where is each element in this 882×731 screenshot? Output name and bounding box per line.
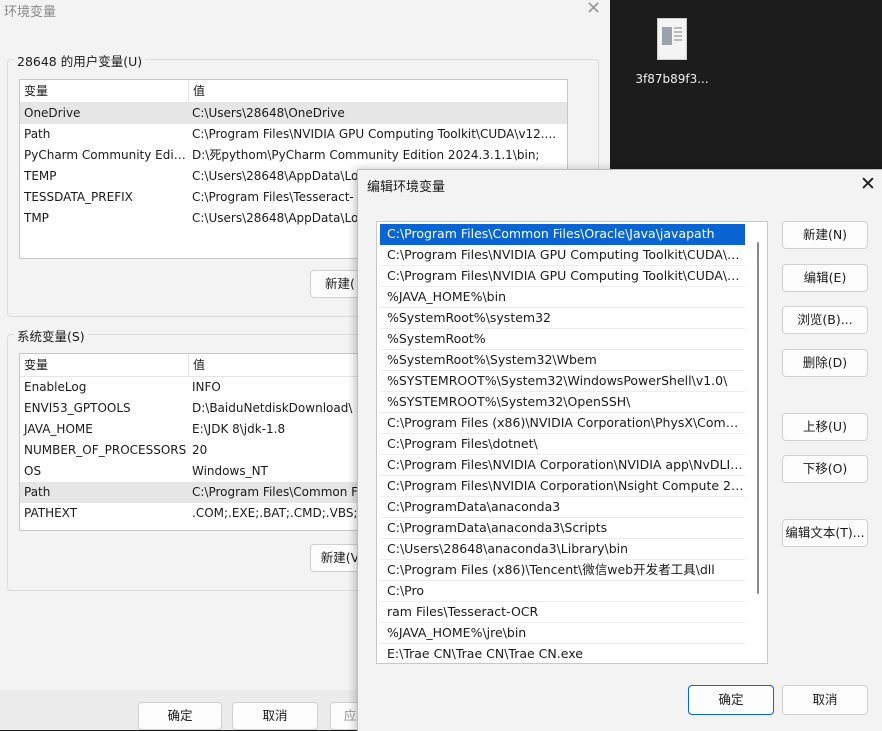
variable-name: TEMP	[24, 169, 57, 183]
system-variables-title: 系统变量(S)	[14, 326, 88, 345]
table-row[interactable]: PyCharm Community Editi... D:\死pythom\PyC…	[20, 145, 567, 166]
path-list-item[interactable]: C:\Program Files\NVIDIA GPU Computing To…	[380, 245, 745, 266]
variable-name: JAVA_HOME	[24, 422, 93, 436]
path-list-item[interactable]: %SYSTEMROOT%\System32\WindowsPowerShell\…	[380, 371, 745, 392]
desktop-file-icon[interactable]: 3f87b89f3...	[632, 18, 712, 86]
header-variable[interactable]: 变量	[20, 354, 189, 376]
header-value[interactable]: 值	[189, 80, 567, 102]
browse-button[interactable]: 浏览(B)...	[782, 306, 868, 334]
image-thumbnail-icon	[657, 18, 687, 60]
variable-name: EnableLog	[24, 380, 87, 394]
dialog-cancel-button[interactable]: 取消	[782, 685, 868, 715]
move-up-button[interactable]: 上移(U)	[782, 413, 868, 441]
delete-button[interactable]: 删除(D)	[782, 349, 868, 377]
dialog-ok-button[interactable]: 确定	[688, 685, 774, 715]
variable-value: D:\死pythom\PyCharm Community Edition 202…	[192, 148, 540, 162]
path-list-item[interactable]: C:\Program Files\NVIDIA GPU Computing To…	[380, 266, 745, 287]
close-icon[interactable]: ✕	[860, 173, 876, 195]
path-list-item[interactable]: C:\Program Files\NVIDIA Corporation\NVID…	[380, 455, 745, 476]
edit-button[interactable]: 编辑(E)	[782, 264, 868, 292]
variable-name: Path	[24, 127, 51, 141]
close-icon[interactable]: ✕	[586, 0, 601, 19]
list-header: 变量 值	[20, 80, 567, 103]
edit-environment-variable-dialog: 编辑环境变量 ✕ C:\Program Files\Common Files\O…	[357, 169, 882, 731]
path-list-item[interactable]: C:\Program Files (x86)\Tencent\微信web开发者工…	[380, 560, 745, 581]
path-list-item[interactable]: %SystemRoot%\System32\Wbem	[380, 350, 745, 371]
scrollbar[interactable]	[757, 242, 759, 594]
variable-name: TMP	[24, 211, 49, 225]
variable-name: Path	[24, 485, 51, 499]
desktop-file-label: 3f87b89f3...	[635, 72, 709, 86]
move-down-button[interactable]: 下移(O)	[782, 455, 868, 483]
variable-name: PATHEXT	[24, 506, 78, 520]
table-row[interactable]: OneDrive C:\Users\28648\OneDrive	[20, 103, 567, 124]
path-list-item[interactable]: ram Files\Tesseract-OCR	[380, 602, 745, 623]
dialog-title: 编辑环境变量	[367, 180, 446, 195]
path-list-item[interactable]: E:\Trae CN\Trae CN\Trae CN.exe	[380, 644, 745, 663]
new-button[interactable]: 新建(N)	[782, 221, 868, 249]
path-list-item[interactable]: %JAVA_HOME%\jre\bin	[380, 623, 745, 644]
table-row[interactable]: Path C:\Program Files\NVIDIA GPU Computin…	[20, 124, 567, 145]
window-title: 环境变量	[4, 5, 57, 20]
path-list-item[interactable]: %SystemRoot%\system32	[380, 308, 745, 329]
variable-name: ENVI53_GPTOOLS	[24, 401, 131, 415]
variable-value: C:\Program Files\NVIDIA GPU Computing To…	[192, 127, 557, 141]
path-list-item[interactable]: C:\Pro	[380, 581, 745, 602]
edit-text-button[interactable]: 编辑文本(T)...	[782, 519, 868, 547]
cancel-button[interactable]: 取消	[232, 702, 318, 730]
variable-name: OS	[24, 464, 42, 478]
path-list-item[interactable]: C:\Program Files\NVIDIA Corporation\Nsig…	[380, 476, 745, 497]
variable-name: OneDrive	[24, 106, 81, 120]
path-list-item[interactable]: C:\Users\28648\anaconda3\Library\bin	[380, 539, 745, 560]
path-list-item[interactable]: %SystemRoot%	[380, 329, 745, 350]
ok-button[interactable]: 确定	[138, 702, 222, 730]
variable-name: PyCharm Community Editi...	[24, 148, 188, 162]
path-list-item[interactable]: %JAVA_HOME%\bin	[380, 287, 745, 308]
variable-name: TESSDATA_PREFIX	[24, 190, 133, 204]
user-variables-title: 28648 的用户变量(U)	[14, 51, 146, 70]
path-list-item[interactable]: C:\Program Files\dotnet\	[380, 434, 745, 455]
path-list[interactable]: C:\Program Files\Common Files\Oracle\Jav…	[376, 221, 768, 664]
variable-value: C:\Users\28648\OneDrive	[192, 106, 345, 120]
header-variable[interactable]: 变量	[20, 80, 189, 102]
path-list-item[interactable]: C:\Program Files (x86)\NVIDIA Corporatio…	[380, 413, 745, 434]
path-list-item[interactable]: %SYSTEMROOT%\System32\OpenSSH\	[380, 392, 745, 413]
variable-name: NUMBER_OF_PROCESSORS	[24, 443, 187, 457]
path-list-item[interactable]: C:\Program Files\Common Files\Oracle\Jav…	[380, 224, 745, 245]
path-list-item[interactable]: C:\ProgramData\anaconda3\Scripts	[380, 518, 745, 539]
path-list-item[interactable]: C:\ProgramData\anaconda3	[380, 497, 745, 518]
